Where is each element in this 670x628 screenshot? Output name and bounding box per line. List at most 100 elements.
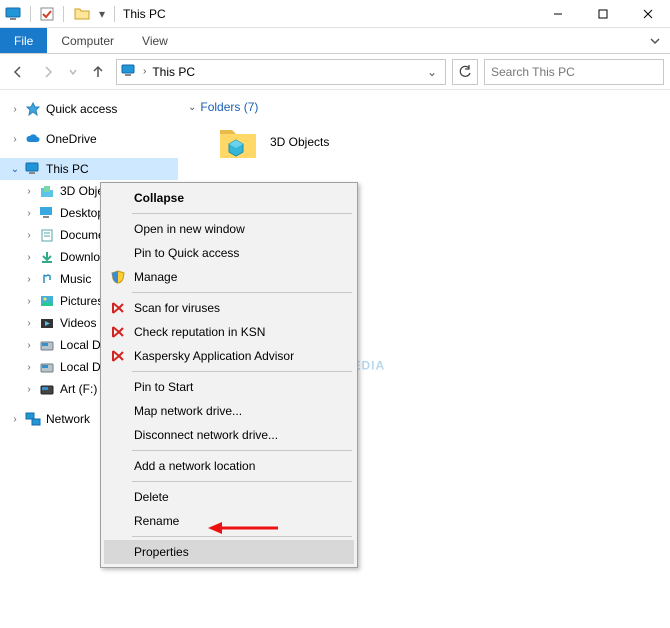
chevron-right-icon[interactable]: › bbox=[22, 362, 36, 373]
chevron-right-icon[interactable]: › bbox=[22, 208, 36, 219]
search-placeholder: Search This PC bbox=[491, 65, 575, 79]
chevron-right-icon[interactable]: › bbox=[22, 274, 36, 285]
cm-kaspersky-advisor[interactable]: Kaspersky Application Advisor bbox=[104, 344, 354, 368]
cm-label: Check reputation in KSN bbox=[134, 325, 265, 339]
pc-icon bbox=[24, 161, 42, 177]
tree-label: Pictures bbox=[60, 294, 103, 308]
cm-label: Delete bbox=[134, 490, 169, 504]
item-icon bbox=[38, 315, 56, 331]
address-pc-icon bbox=[121, 64, 137, 80]
item-icon bbox=[38, 249, 56, 265]
cm-pin-quick-access[interactable]: Pin to Quick access bbox=[104, 241, 354, 265]
cm-open-new-window[interactable]: Open in new window bbox=[104, 217, 354, 241]
chevron-right-icon[interactable]: › bbox=[22, 340, 36, 351]
tree-label: Music bbox=[60, 272, 91, 286]
item-icon bbox=[38, 381, 56, 397]
titlebar: ▾ This PC bbox=[0, 0, 670, 28]
address-dropdown-icon[interactable]: ⌄ bbox=[423, 65, 441, 79]
star-icon bbox=[24, 101, 42, 117]
computer-tab[interactable]: Computer bbox=[47, 28, 128, 53]
window-title: This PC bbox=[123, 7, 166, 21]
cm-scan-viruses[interactable]: Scan for viruses bbox=[104, 296, 354, 320]
folder-item-3d-objects[interactable]: 3D Objects bbox=[216, 120, 670, 164]
quick-access-toolbar: ▾ bbox=[4, 4, 119, 24]
navigation-bar: › This PC ⌄ Search This PC bbox=[0, 54, 670, 90]
cloud-icon bbox=[24, 131, 42, 147]
cm-pin-start[interactable]: Pin to Start bbox=[104, 375, 354, 399]
window-controls bbox=[535, 0, 670, 28]
cm-rename[interactable]: Rename bbox=[104, 509, 354, 533]
tree-label: Local Di bbox=[60, 338, 103, 352]
kaspersky-icon bbox=[110, 324, 126, 340]
explorer-icon bbox=[74, 6, 90, 22]
ribbon-collapse-button[interactable] bbox=[640, 28, 670, 53]
chevron-right-icon[interactable]: › bbox=[22, 296, 36, 307]
search-input[interactable]: Search This PC bbox=[484, 59, 664, 85]
tree-label: Quick access bbox=[46, 102, 117, 116]
tree-label: Art (F:) bbox=[60, 382, 97, 396]
cm-delete[interactable]: Delete bbox=[104, 485, 354, 509]
item-icon bbox=[38, 337, 56, 353]
folder-label: 3D Objects bbox=[270, 135, 329, 149]
tree-quick-access[interactable]: › Quick access bbox=[0, 98, 178, 120]
group-label: Folders (7) bbox=[200, 100, 258, 114]
chevron-right-icon[interactable]: › bbox=[8, 104, 22, 115]
cm-map-network-drive[interactable]: Map network drive... bbox=[104, 399, 354, 423]
cm-add-network-location[interactable]: Add a network location bbox=[104, 454, 354, 478]
file-tab[interactable]: File bbox=[0, 28, 47, 53]
chevron-right-icon[interactable]: › bbox=[8, 414, 22, 425]
address-text: This PC bbox=[152, 65, 417, 79]
cm-label: Open in new window bbox=[134, 222, 245, 236]
tree-this-pc[interactable]: ⌄ This PC bbox=[0, 158, 178, 180]
item-icon bbox=[38, 227, 56, 243]
tree-label: Downlo bbox=[60, 250, 100, 264]
shield-icon bbox=[110, 269, 126, 285]
context-menu: Collapse Open in new window Pin to Quick… bbox=[100, 182, 358, 568]
cm-collapse[interactable]: Collapse bbox=[104, 186, 354, 210]
tree-label: Local Di bbox=[60, 360, 103, 374]
cm-label: Pin to Quick access bbox=[134, 246, 239, 260]
refresh-button[interactable] bbox=[452, 59, 478, 85]
view-tab-label: View bbox=[142, 34, 168, 48]
chevron-right-icon[interactable]: › bbox=[22, 230, 36, 241]
cm-label: Add a network location bbox=[134, 459, 255, 473]
ribbon: File Computer View bbox=[0, 28, 670, 54]
item-icon bbox=[38, 293, 56, 309]
item-icon bbox=[38, 183, 56, 199]
cm-label: Properties bbox=[134, 545, 189, 559]
chevron-right-icon[interactable]: › bbox=[22, 318, 36, 329]
close-button[interactable] bbox=[625, 0, 670, 28]
tree-label: OneDrive bbox=[46, 132, 97, 146]
cm-properties[interactable]: Properties bbox=[104, 540, 354, 564]
cm-label: Kaspersky Application Advisor bbox=[134, 349, 294, 363]
chevron-right-icon[interactable]: › bbox=[22, 252, 36, 263]
maximize-button[interactable] bbox=[580, 0, 625, 28]
recent-locations-button[interactable] bbox=[66, 60, 80, 84]
file-tab-label: File bbox=[14, 34, 33, 48]
tree-label: This PC bbox=[46, 162, 89, 176]
qat-dropdown-icon[interactable]: ▾ bbox=[96, 4, 108, 24]
cm-label: Manage bbox=[134, 270, 177, 284]
item-icon bbox=[38, 205, 56, 221]
chevron-down-icon[interactable]: ⌄ bbox=[8, 164, 22, 175]
cm-label: Pin to Start bbox=[134, 380, 193, 394]
cm-manage[interactable]: Manage bbox=[104, 265, 354, 289]
forward-button[interactable] bbox=[36, 60, 60, 84]
cm-label: Rename bbox=[134, 514, 179, 528]
cm-label: Map network drive... bbox=[134, 404, 242, 418]
chevron-right-icon[interactable]: › bbox=[22, 186, 36, 197]
properties-checkbox-icon[interactable] bbox=[37, 4, 57, 24]
minimize-button[interactable] bbox=[535, 0, 580, 28]
back-button[interactable] bbox=[6, 60, 30, 84]
cm-disconnect-network-drive[interactable]: Disconnect network drive... bbox=[104, 423, 354, 447]
address-bar[interactable]: › This PC ⌄ bbox=[116, 59, 446, 85]
tree-onedrive[interactable]: › OneDrive bbox=[0, 128, 178, 150]
address-chevron-icon[interactable]: › bbox=[143, 66, 146, 77]
group-header-folders[interactable]: ⌄ Folders (7) bbox=[188, 100, 670, 114]
chevron-right-icon[interactable]: › bbox=[22, 384, 36, 395]
cm-label: Collapse bbox=[134, 191, 184, 205]
chevron-right-icon[interactable]: › bbox=[8, 134, 22, 145]
cm-check-ksn[interactable]: Check reputation in KSN bbox=[104, 320, 354, 344]
view-tab[interactable]: View bbox=[128, 28, 182, 53]
up-button[interactable] bbox=[86, 60, 110, 84]
